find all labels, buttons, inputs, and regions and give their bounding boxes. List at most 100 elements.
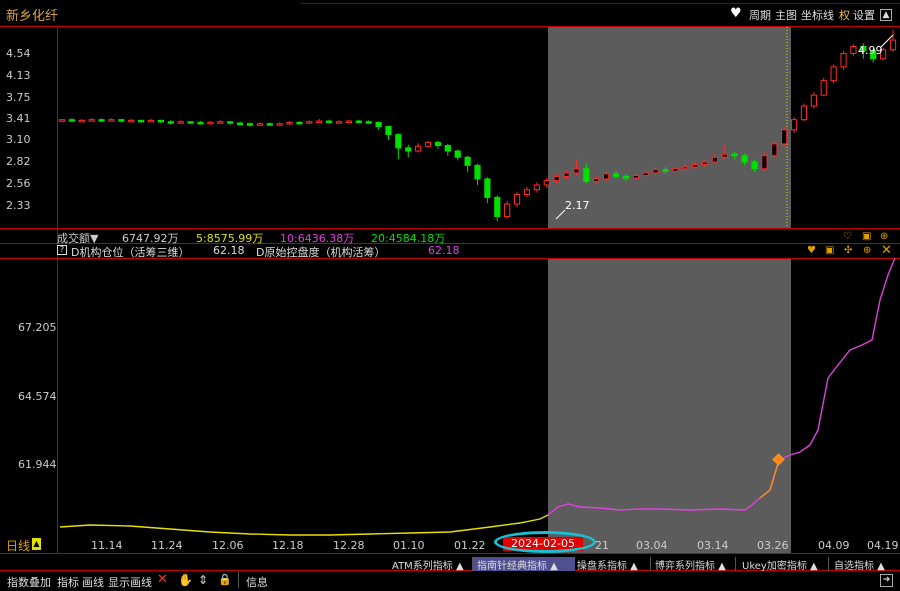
divider (0, 553, 900, 554)
candle-body (68, 119, 75, 122)
lock-icon[interactable]: 🔒 (218, 573, 232, 586)
index-overlay-button[interactable]: 指数叠加 (7, 574, 51, 590)
candle-body (286, 121, 293, 125)
candle-body (256, 123, 263, 126)
candle-body (593, 178, 600, 182)
tab-ukey[interactable]: Ukey加密指标 ▲ (738, 557, 829, 572)
candle-body (108, 119, 115, 122)
candle-body (187, 121, 194, 124)
candle-body (454, 150, 461, 158)
tab-atm[interactable]: ATM系列指标 ▲ (388, 557, 473, 572)
candle-body (197, 121, 204, 125)
show-lines-button[interactable]: 显示画线 (108, 574, 152, 590)
date-tick: 04.09 (818, 539, 850, 552)
indicator-tick: 61.944 (18, 458, 57, 471)
heart-outline-icon[interactable]: ♡ (843, 231, 852, 242)
indicator-name[interactable]: D机构仓位（活筹三维） (71, 244, 189, 260)
settings-icon[interactable]: ✣ (844, 245, 852, 256)
candle-body (157, 119, 165, 123)
candle-body (652, 169, 659, 174)
draw-line-button[interactable]: 画线 (82, 574, 104, 590)
delete-icon[interactable]: ✕ (157, 572, 168, 587)
period-toggle-icon[interactable]: ▲ (32, 538, 41, 550)
candle-body (217, 121, 224, 124)
indicator-tick: 67.205 (18, 321, 57, 334)
candle-body (177, 121, 184, 124)
zoom-icon[interactable]: ⊕ (863, 245, 871, 256)
candle-body (612, 173, 620, 177)
tab-compass-classic[interactable]: 指南针经典指标 ▲ (473, 557, 575, 572)
candle-body (395, 134, 402, 149)
tab-trading[interactable]: 操盘系指标 ▲ (573, 557, 651, 572)
indicator-tick: 64.574 (18, 390, 57, 403)
candle-body (682, 166, 689, 170)
arrow-right-icon[interactable]: ➜ (880, 574, 893, 587)
candle-body (58, 119, 66, 122)
candle-body (316, 120, 323, 124)
heart-icon-small[interactable]: ♥ (807, 245, 816, 256)
panel-icon[interactable]: ▣ (825, 245, 834, 256)
date-tick: 01.22 (454, 539, 486, 552)
candle-body (563, 172, 570, 177)
candle-body (771, 143, 778, 157)
panel-icon[interactable]: ▣ (862, 231, 871, 242)
indicator-sub-value: 62.18 (428, 244, 460, 257)
toolbar-divider (238, 572, 239, 588)
updown-icon[interactable]: ⇕ (198, 573, 208, 587)
date-tick: 12.18 (272, 539, 304, 552)
candle-body (474, 164, 481, 180)
candle-body (672, 168, 679, 172)
date-tick: 12.06 (212, 539, 244, 552)
candle-body (622, 175, 629, 179)
indicator-value: 62.18 (213, 244, 245, 257)
candle-body (434, 141, 442, 147)
hand-icon[interactable]: ✋ (178, 573, 193, 587)
candle-body (850, 45, 857, 54)
date-tick: 12.28 (333, 539, 365, 552)
candle-body (385, 125, 392, 136)
candle-body (790, 119, 798, 131)
tab-custom[interactable]: 自选指标 ▲ (830, 557, 900, 572)
candle-body (494, 196, 501, 218)
candle-body (662, 169, 669, 172)
candle-body (345, 120, 352, 124)
date-tick: 03.14 (697, 539, 729, 552)
candle-body (415, 145, 422, 152)
candle-body (543, 180, 550, 186)
high-annotation: 4.99 (858, 44, 883, 57)
info-button[interactable]: 信息 (246, 574, 268, 590)
candle-body (78, 119, 85, 123)
question-icon[interactable]: ? (57, 245, 67, 255)
candle-body (484, 178, 491, 198)
close-icon[interactable]: ✕ (881, 243, 892, 258)
selection-region (548, 27, 791, 228)
indicator-button[interactable]: 指标 (57, 574, 79, 590)
candle-body (365, 121, 372, 124)
period-label[interactable]: 日线 (6, 537, 30, 554)
candle-body (464, 156, 471, 166)
date-tick: 01.10 (393, 539, 425, 552)
candle-body (573, 168, 580, 174)
date-tick: 04.19 (867, 539, 899, 552)
candle-body (118, 119, 125, 122)
indicator-line-yellow (59, 514, 549, 536)
candle-body (711, 156, 719, 163)
low-annotation: 2.17 (565, 199, 590, 212)
candle-body (731, 153, 738, 157)
zoom-icon[interactable]: ⊕ (880, 231, 888, 242)
candle-body (335, 121, 343, 124)
candle-body (266, 123, 273, 126)
candlestick-chart[interactable] (0, 0, 900, 553)
candle-body (741, 155, 748, 163)
candle-body (405, 147, 412, 152)
tab-game[interactable]: 博弈系列指标 ▲ (651, 557, 736, 572)
candle-body (701, 161, 709, 166)
candle-body (296, 121, 303, 125)
indicator-sub-name: D原始控盘度（机构活筹） (256, 246, 386, 259)
date-tick: 11.24 (151, 539, 183, 552)
candle-body (889, 39, 897, 51)
candle-body (820, 80, 827, 96)
candle-body (138, 119, 145, 123)
candle-body (98, 119, 105, 122)
candle-body (721, 153, 728, 158)
